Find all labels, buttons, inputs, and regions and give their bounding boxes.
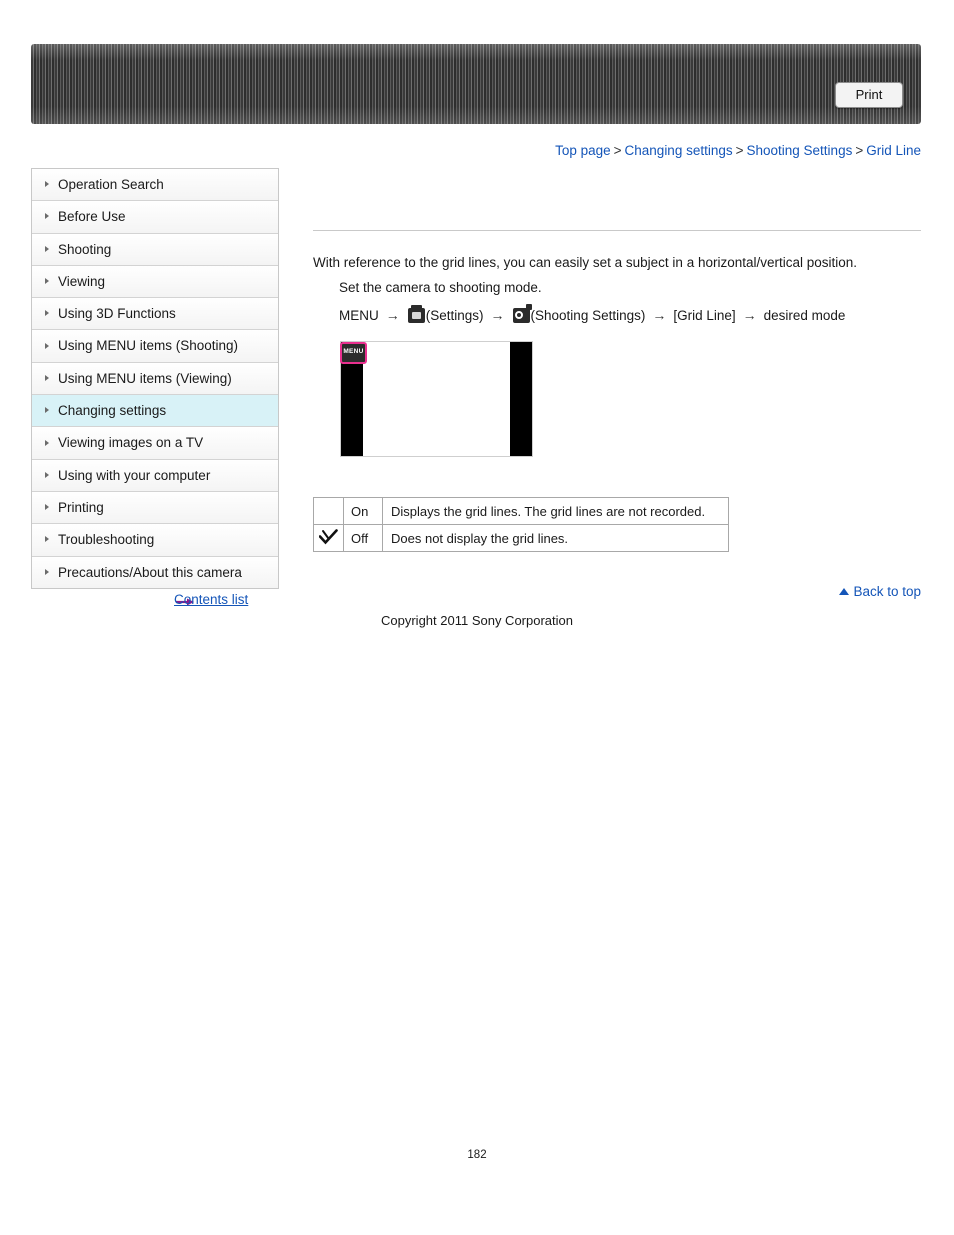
copyright-text: Copyright 2011 Sony Corporation xyxy=(381,613,573,628)
breadcrumb-item-grid-line[interactable]: Grid Line xyxy=(866,143,921,158)
chevron-right-icon xyxy=(45,471,49,478)
menu-path-start: MENU xyxy=(339,308,379,323)
chevron-right-icon xyxy=(45,310,49,317)
menu-badge-label: MENU xyxy=(343,348,364,355)
page-header-banner: Print xyxy=(31,44,921,124)
sidebar-item-using-with-your-computer[interactable]: Using with your computer xyxy=(32,459,278,492)
sidebar-item-viewing[interactable]: Viewing xyxy=(32,265,278,299)
sidebar-item-label: Operation Search xyxy=(58,177,164,192)
menu-path-shooting-settings-label: (Shooting Settings) xyxy=(530,308,646,323)
sidebar-item-label: Before Use xyxy=(58,209,126,225)
option-description-on: Displays the grid lines. The grid lines … xyxy=(382,497,729,525)
sidebar-item-operation-search[interactable]: Operation Search xyxy=(32,169,278,202)
menu-path-arrow-4: → xyxy=(742,307,757,323)
chevron-right-icon xyxy=(45,278,49,285)
chevron-right-icon xyxy=(45,504,49,511)
sidebar-item-label: Using 3D Functions xyxy=(58,306,176,322)
triangle-up-icon xyxy=(839,588,850,595)
page-number: 182 xyxy=(467,1149,487,1161)
option-name-off: Off xyxy=(343,524,383,552)
screen-right-band xyxy=(510,342,532,456)
sidebar-item-before-use[interactable]: Before Use xyxy=(32,201,278,234)
check-mark-icon xyxy=(319,528,338,545)
sidebar-item-label: Viewing xyxy=(58,273,106,289)
breadcrumb: Top page > Changing settings > Shooting Sett… xyxy=(555,143,921,158)
breadcrumb-separator-1: > xyxy=(613,143,622,158)
settings-icon xyxy=(407,305,425,323)
table-row: Off Does not display the grid lines. xyxy=(313,524,729,552)
option-description-off: Does not display the grid lines. xyxy=(382,524,729,552)
option-name-on: On xyxy=(343,497,383,525)
sidebar-item-precautions-about-this-camera[interactable]: Precautions/About this camera xyxy=(32,556,278,589)
breadcrumb-item-changing-settings[interactable]: Changing settings xyxy=(625,143,733,158)
menu-path-end-label: desired mode xyxy=(763,308,846,323)
print-button[interactable]: Print xyxy=(835,82,903,108)
sidebar-item-viewing-images-on-a-tv[interactable]: Viewing images on a TV xyxy=(32,427,278,460)
menu-path-arrow-3: → xyxy=(652,307,667,323)
sidebar-item-using-menu-items-viewing[interactable]: Using MENU items (Viewing) xyxy=(32,362,278,396)
sidebar-item-label: Using MENU items (Shooting) xyxy=(58,338,239,354)
menu-button-highlight: MENU xyxy=(340,342,367,364)
chevron-right-icon xyxy=(45,568,49,575)
sidebar-item-label: Printing xyxy=(58,499,104,515)
chevron-right-icon xyxy=(45,213,49,220)
sidebar-item-printing[interactable]: Printing xyxy=(32,491,278,525)
chevron-right-icon xyxy=(45,374,49,381)
sidebar-item-using-3d-functions[interactable]: Using 3D Functions xyxy=(32,298,278,331)
options-table: On Displays the grid lines. The grid lin… xyxy=(313,497,729,552)
breadcrumb-separator-3: > xyxy=(855,143,864,158)
sidebar-item-label: Using with your computer xyxy=(58,467,211,483)
back-to-top-label: Back to top xyxy=(853,584,921,599)
sidebar-navigation: Operation Search Before Use Shooting Vie… xyxy=(31,168,279,589)
breadcrumb-item-top-page[interactable]: Top page xyxy=(555,143,611,158)
content-divider xyxy=(313,230,921,231)
sidebar-item-changing-settings[interactable]: Changing settings xyxy=(32,395,278,428)
menu-path-item-label: [Grid Line] xyxy=(673,308,736,323)
camera-screen-illustration xyxy=(340,341,533,457)
breadcrumb-separator-2: > xyxy=(735,143,744,158)
breadcrumb-item-shooting-settings[interactable]: Shooting Settings xyxy=(747,143,853,158)
chevron-right-icon xyxy=(45,245,49,252)
chevron-right-icon xyxy=(45,407,49,414)
option-mark-cell xyxy=(313,497,344,525)
step-1-text: Set the camera to shooting mode. xyxy=(339,280,542,295)
option-mark-cell-default xyxy=(313,524,344,552)
menu-path-arrow-1: → xyxy=(385,307,400,323)
chevron-right-icon xyxy=(45,439,49,446)
sidebar-item-label: Shooting xyxy=(58,241,112,257)
sidebar-item-shooting[interactable]: Shooting xyxy=(32,233,278,266)
shooting-settings-icon xyxy=(512,304,532,323)
back-to-top-link[interactable]: Back to top xyxy=(839,584,921,599)
chevron-right-icon xyxy=(45,536,49,543)
sidebar-item-label: Using MENU items (Viewing) xyxy=(58,370,232,386)
intro-paragraph: With reference to the grid lines, you ca… xyxy=(313,255,858,270)
table-row: On Displays the grid lines. The grid lin… xyxy=(313,497,729,525)
contents-list-link[interactable]: Contents list xyxy=(174,592,248,607)
sidebar-item-using-menu-items-shooting[interactable]: Using MENU items (Shooting) xyxy=(32,330,278,363)
chevron-right-icon xyxy=(45,181,49,188)
sidebar-item-label: Changing settings xyxy=(58,403,167,419)
menu-path-arrow-2: → xyxy=(490,307,505,323)
sidebar-item-label: Precautions/About this camera xyxy=(58,564,242,580)
sidebar-item-label: Viewing images on a TV xyxy=(58,435,204,451)
menu-path-settings-label: (Settings) xyxy=(425,308,484,323)
sidebar-item-troubleshooting[interactable]: Troubleshooting xyxy=(32,524,278,557)
menu-path-instruction: MENU → (Settings) → (Shooting Settings) → [Gri… xyxy=(339,304,846,326)
sidebar-item-label: Troubleshooting xyxy=(58,532,155,548)
chevron-right-icon xyxy=(45,342,49,349)
